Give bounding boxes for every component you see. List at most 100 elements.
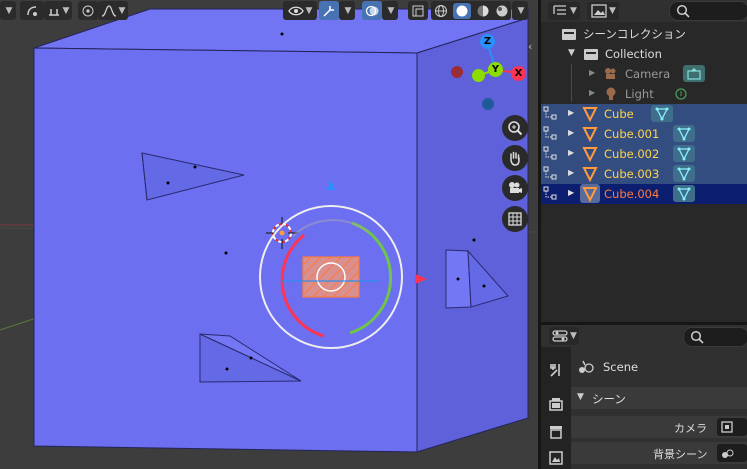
- mesh-data-badge[interactable]: [673, 165, 695, 182]
- properties-panel: ▼ Scene ▼ シーン カメラ 背景シーン: [541, 325, 747, 469]
- scene-context-row: Scene: [575, 357, 747, 377]
- collection-icon: [584, 49, 598, 60]
- outliner-item-cube-004[interactable]: ▶ Cube.004: [541, 184, 747, 204]
- outliner-search-input[interactable]: [669, 1, 747, 21]
- xray-toggle[interactable]: [408, 1, 428, 20]
- transform-pivot-dropdown[interactable]: [20, 1, 44, 20]
- solid-shading-icon: [456, 5, 467, 16]
- tab-render[interactable]: [545, 393, 567, 415]
- hierarchy-icon: [543, 166, 557, 180]
- display-mode-dropdown[interactable]: ▼: [587, 2, 619, 20]
- search-icon: [676, 4, 690, 18]
- chevron-down-icon: ▼: [570, 331, 577, 341]
- gizmo-z-axis[interactable]: Z: [480, 34, 495, 49]
- sidebar-toggle-arrow[interactable]: ‹: [528, 40, 532, 53]
- show-gizmo-toggle[interactable]: [319, 1, 339, 20]
- background-scene-field[interactable]: [717, 444, 747, 462]
- proportional-edit-toggle[interactable]: [78, 1, 98, 20]
- outliner-item-cube-001[interactable]: ▶ Cube.001: [541, 124, 747, 144]
- wireframe-shading-icon[interactable]: [434, 4, 448, 18]
- gizmo-y-axis[interactable]: Y: [488, 62, 503, 77]
- expand-arrow-icon[interactable]: ▶: [568, 108, 574, 117]
- chevron-down-icon: ▼: [517, 5, 525, 16]
- outliner-icon: [553, 5, 566, 15]
- light-data-icon[interactable]: [674, 87, 688, 101]
- mesh-data-badge[interactable]: [651, 105, 673, 122]
- rendered-shading-icon[interactable]: [495, 4, 509, 18]
- scene-name-label: Scene: [603, 360, 639, 374]
- cube-side-face: [416, 17, 529, 453]
- mesh-data-badge[interactable]: [673, 125, 695, 142]
- eye-icon: [287, 6, 304, 15]
- scene-section-header[interactable]: ▼ シーン: [571, 387, 747, 409]
- scene-collection-icon: [562, 29, 576, 40]
- show-overlays-toggle[interactable]: [362, 1, 382, 20]
- overlays-icon: [365, 5, 379, 16]
- gizmo-y-neg-axis[interactable]: [472, 69, 485, 82]
- hierarchy-icon: [543, 146, 557, 160]
- overlays-dropdown[interactable]: ▼: [382, 1, 398, 20]
- mesh-data-badge[interactable]: [673, 145, 695, 162]
- camera-view-button[interactable]: [502, 175, 528, 201]
- scene-collection-label: シーンコレクション: [583, 27, 686, 41]
- 3d-viewport[interactable]: Z Y X ▼ ▼ ▼ ▼ ▼ ▼ ▼ ‹: [0, 0, 538, 469]
- orientation-icon: [27, 5, 37, 16]
- snap-icon: [48, 8, 59, 16]
- outliner-item-camera[interactable]: ▶ Camera: [541, 64, 747, 84]
- outliner-item-cube-002[interactable]: ▶ Cube.002: [541, 144, 747, 164]
- tab-tool[interactable]: [545, 359, 567, 381]
- collection-row[interactable]: ▼ Collection: [541, 44, 747, 64]
- camera-property-label: カメラ: [674, 422, 707, 435]
- chevron-down-icon: ▼: [62, 5, 70, 16]
- gizmo-x-axis[interactable]: X: [511, 66, 526, 81]
- chevron-down-icon: ▼: [387, 5, 395, 16]
- expand-arrow-icon[interactable]: ▶: [589, 68, 595, 77]
- gizmo-dropdown[interactable]: ▼: [339, 1, 355, 20]
- collection-label: Collection: [605, 47, 662, 61]
- tool-icon: [550, 364, 560, 377]
- hand-icon: [510, 151, 520, 166]
- expand-arrow-icon[interactable]: ▶: [568, 168, 574, 177]
- expand-arrow-icon[interactable]: ▶: [568, 128, 574, 137]
- chevron-down-icon: ▼: [305, 5, 313, 16]
- cube-front-face: [33, 47, 418, 453]
- background-scene-label: 背景シーン: [653, 448, 708, 461]
- expand-arrow-icon[interactable]: ▶: [589, 88, 595, 97]
- snap-dropdown[interactable]: ▼: [44, 1, 72, 20]
- mesh-data-badge[interactable]: [673, 185, 695, 202]
- image-icon: [591, 4, 607, 18]
- visibility-dropdown[interactable]: ▼: [283, 1, 317, 20]
- expand-arrow-icon[interactable]: ▶: [568, 188, 574, 197]
- solid-shading-button[interactable]: [452, 2, 471, 19]
- outliner-item-light[interactable]: ▶ Light: [541, 84, 747, 104]
- chevron-down-icon: ▼: [609, 6, 616, 16]
- outliner-item-cube-003[interactable]: ▶ Cube.003: [541, 164, 747, 184]
- falloff-dropdown[interactable]: ▼: [98, 1, 128, 20]
- tab-view-layer[interactable]: [545, 447, 567, 469]
- zoom-button[interactable]: [502, 115, 528, 141]
- properties-search-input[interactable]: [683, 327, 747, 347]
- background-scene-property-row: 背景シーン: [571, 442, 747, 464]
- chevron-down-icon: ▼: [344, 5, 352, 16]
- outliner-item-cube[interactable]: ▶ Cube: [541, 104, 747, 124]
- gizmo-icon: [323, 5, 334, 17]
- tab-output[interactable]: [545, 421, 567, 443]
- hierarchy-icon: [543, 186, 557, 200]
- material-shading-icon[interactable]: [476, 4, 490, 18]
- shading-dropdown[interactable]: ▼: [512, 1, 528, 20]
- item-label: Cube.003: [604, 167, 660, 181]
- mesh-object-icon: [582, 127, 598, 142]
- camera-data-badge[interactable]: [683, 65, 705, 82]
- select-mode-dropdown[interactable]: ▼: [0, 1, 16, 20]
- outliner-panel: ▼ ▼ シーンコレクション ▼ Collection ▶ Camera ▶ Li…: [541, 0, 747, 322]
- scene-collection-row[interactable]: シーンコレクション: [541, 24, 747, 44]
- disclosure-triangle-icon[interactable]: ▼: [568, 48, 575, 58]
- expand-arrow-icon[interactable]: ▶: [568, 148, 574, 157]
- editor-type-dropdown[interactable]: ▼: [548, 2, 580, 20]
- properties-editor-type-dropdown[interactable]: ▼: [549, 327, 579, 345]
- viewport-header: ▼ ▼ ▼ ▼ ▼ ▼ ▼: [0, 0, 538, 22]
- camera-field[interactable]: [717, 418, 747, 436]
- pan-button[interactable]: [502, 145, 528, 171]
- outliner-header: ▼ ▼: [541, 0, 747, 22]
- toggle-ortho-button[interactable]: [502, 206, 528, 232]
